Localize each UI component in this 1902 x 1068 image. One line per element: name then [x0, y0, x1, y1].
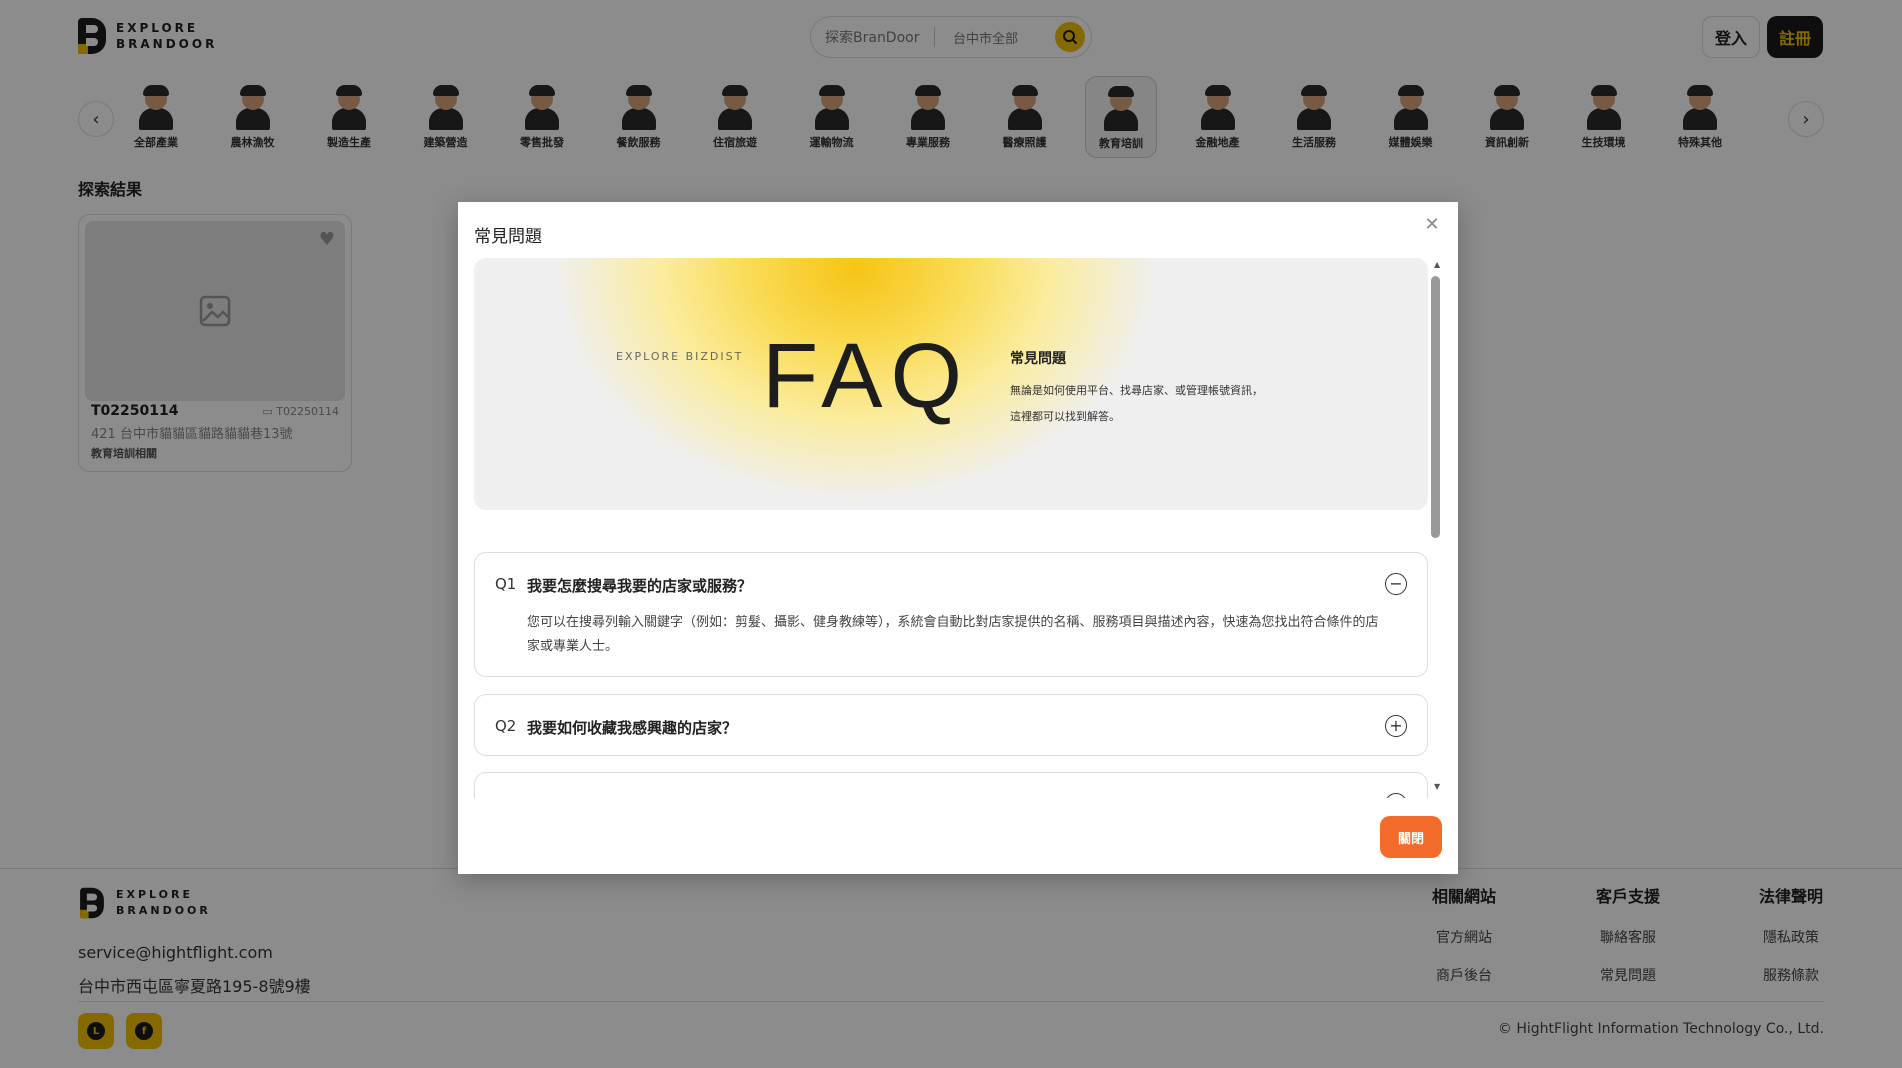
- scroll-down-arrow-icon[interactable]: ▼: [1434, 782, 1440, 791]
- faq-number: Q1: [495, 575, 517, 593]
- banner-heading: 常見問題: [1010, 351, 1066, 367]
- faq-item-1[interactable]: Q1 我要怎麼搜尋我要的店家或服務？ − 您可以在搜尋列輸入關鍵字（例如：剪髮、…: [474, 552, 1428, 677]
- banner-description-2: 這裡都可以找到解答。: [1010, 410, 1120, 423]
- banner-subtitle: EXPLORE BIZDIST: [616, 350, 744, 363]
- modal-scroll-area[interactable]: EXPLORE BIZDIST FAQ 常見問題 無論是如何使用平台、找尋店家、…: [474, 258, 1428, 798]
- faq-answer: 您可以在搜尋列輸入關鍵字（例如：剪髮、攝影、健身教練等），系統會自動比對店家提供…: [527, 615, 1379, 654]
- faq-number: Q2: [495, 717, 517, 735]
- faq-banner: EXPLORE BIZDIST FAQ 常見問題 無論是如何使用平台、找尋店家、…: [474, 258, 1428, 510]
- faq-item-3[interactable]: +: [474, 772, 1428, 798]
- modal-title: 常見問題: [474, 227, 542, 247]
- faq-item-2[interactable]: Q2 我要如何收藏我感興趣的店家？ +: [474, 694, 1428, 756]
- expand-toggle[interactable]: +: [1385, 793, 1407, 798]
- plus-circle-icon: +: [1389, 796, 1402, 799]
- scroll-up-arrow-icon[interactable]: ▲: [1434, 260, 1440, 269]
- minus-circle-icon: −: [1389, 574, 1403, 593]
- expand-toggle[interactable]: +: [1385, 715, 1407, 737]
- plus-circle-icon: +: [1389, 716, 1403, 735]
- modal-close-button[interactable]: ✕: [1422, 213, 1442, 235]
- banner-faq-title: FAQ: [762, 325, 971, 427]
- scrollbar-thumb[interactable]: [1431, 276, 1440, 538]
- banner-description-1: 無論是如何使用平台、找尋店家、或管理帳號資訊，: [1010, 384, 1263, 397]
- faq-modal: 常見問題 ✕ EXPLORE BIZDIST FAQ 常見問題 無論是如何使用平…: [458, 202, 1458, 874]
- modal-confirm-button[interactable]: 關閉: [1380, 816, 1442, 858]
- close-icon: ✕: [1424, 213, 1440, 235]
- faq-question: 我要怎麼搜尋我要的店家或服務？: [527, 577, 753, 595]
- collapse-toggle[interactable]: −: [1385, 573, 1407, 595]
- faq-question: 我要如何收藏我感興趣的店家？: [527, 719, 738, 737]
